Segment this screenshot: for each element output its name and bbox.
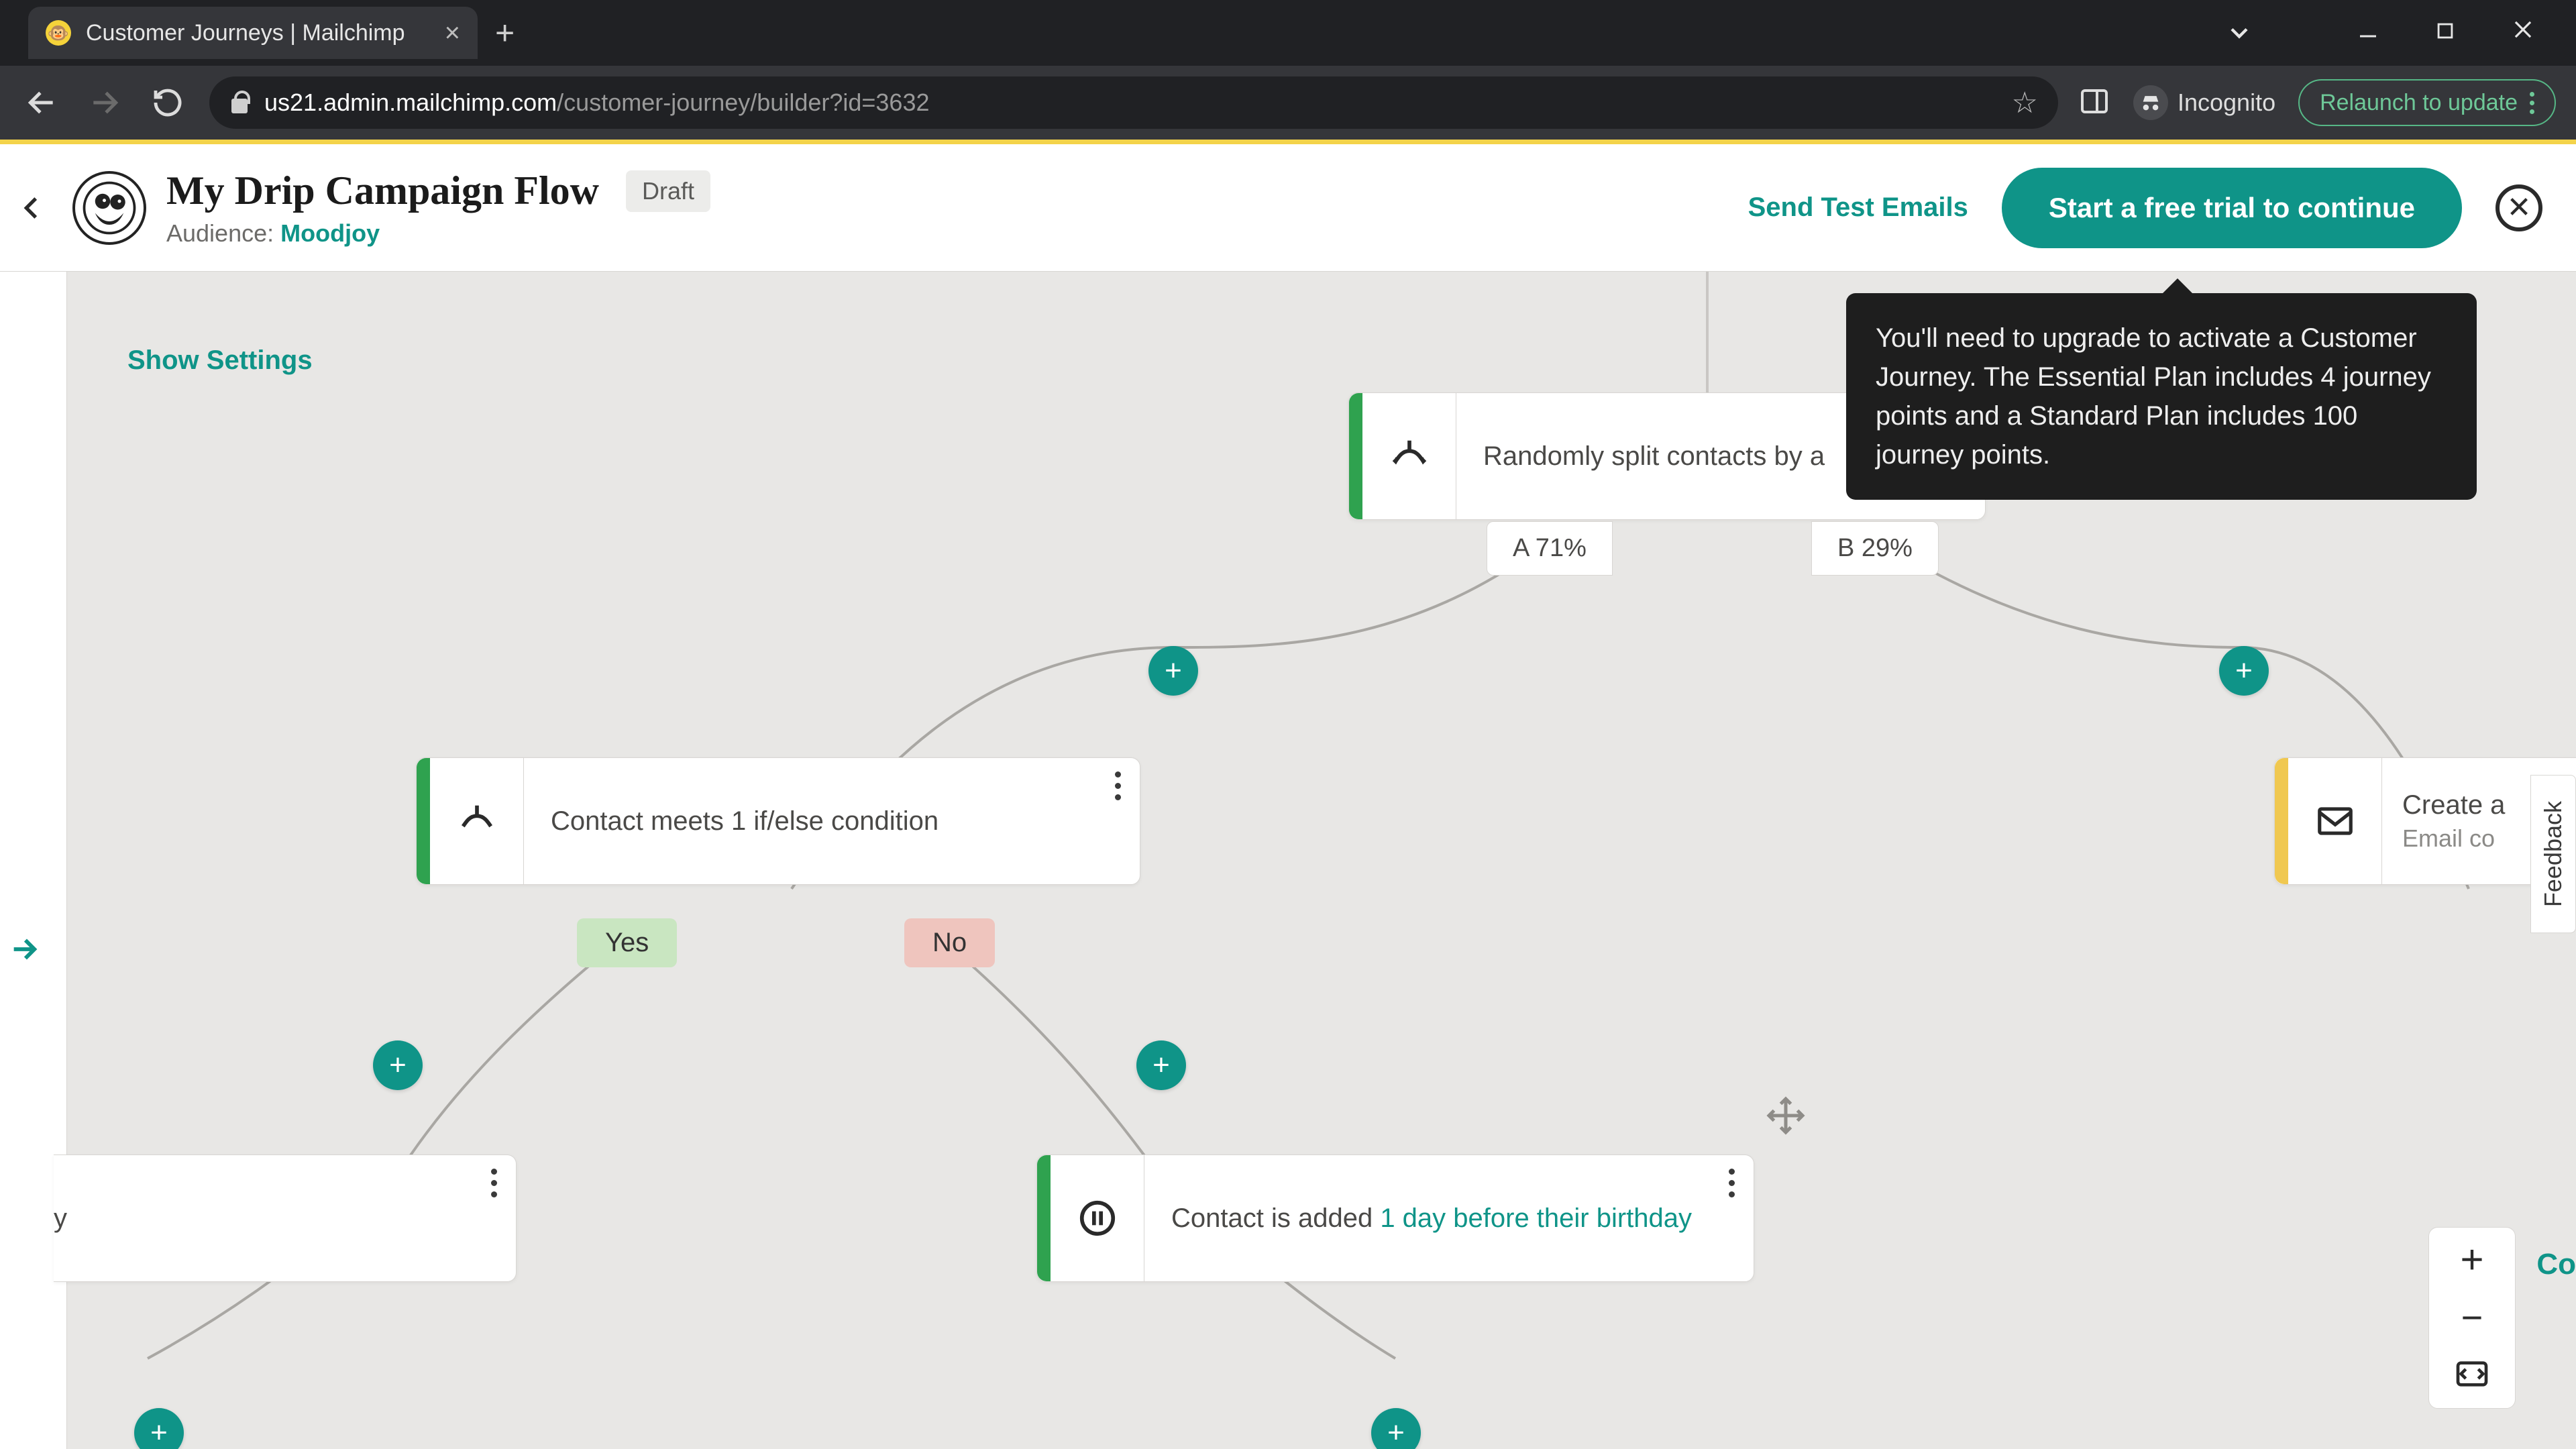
node-menu-button[interactable] bbox=[1729, 1169, 1735, 1197]
node-menu-button[interactable] bbox=[491, 1169, 497, 1197]
relaunch-update-button[interactable]: Relaunch to update bbox=[2298, 79, 2556, 126]
cta-label: Start a free trial to continue bbox=[2049, 192, 2415, 224]
new-tab-button[interactable]: + bbox=[495, 13, 515, 52]
app-header: My Drip Campaign Flow Draft Audience: Mo… bbox=[0, 144, 2576, 272]
split-branch-a[interactable]: A 71% bbox=[1487, 521, 1613, 576]
app-root: My Drip Campaign Flow Draft Audience: Mo… bbox=[0, 144, 2576, 1449]
audience-line: Audience: Moodjoy bbox=[166, 219, 710, 248]
mailchimp-logo[interactable] bbox=[72, 171, 146, 245]
node-stripe bbox=[417, 758, 430, 884]
page-title: My Drip Campaign Flow bbox=[166, 168, 599, 214]
add-step-button[interactable]: + bbox=[1371, 1408, 1421, 1449]
node-truncated-left[interactable]: y bbox=[54, 1155, 517, 1282]
zoom-out-button[interactable]: − bbox=[2461, 1299, 2483, 1336]
browser-window: 🐵 Customer Journeys | Mailchimp × + bbox=[0, 0, 2576, 1449]
branch-no[interactable]: No bbox=[904, 918, 995, 967]
add-step-button[interactable]: + bbox=[2219, 646, 2269, 696]
node-stripe bbox=[2275, 758, 2288, 884]
address-bar[interactable]: us21.admin.mailchimp.com/customer-journe… bbox=[209, 76, 2058, 129]
bookmark-star-icon[interactable]: ☆ bbox=[2012, 86, 2038, 120]
add-step-button[interactable]: + bbox=[1136, 1040, 1186, 1090]
url-text: us21.admin.mailchimp.com/customer-journe… bbox=[264, 89, 930, 117]
node-stripe bbox=[1037, 1155, 1051, 1281]
lock-icon bbox=[229, 91, 250, 115]
url-host: us21.admin.mailchimp.com bbox=[264, 89, 557, 116]
window-controls bbox=[2356, 0, 2576, 66]
node-menu-button[interactable] bbox=[1115, 771, 1121, 800]
upgrade-tooltip: You'll need to upgrade to activate a Cus… bbox=[1846, 293, 2477, 500]
browser-tab[interactable]: 🐵 Customer Journeys | Mailchimp × bbox=[28, 7, 478, 59]
move-cursor-icon bbox=[1766, 1095, 1806, 1139]
zoom-in-button[interactable]: + bbox=[2460, 1240, 2483, 1280]
node-text: Contact is added 1 day before their birt… bbox=[1144, 1203, 1754, 1234]
window-close-icon[interactable] bbox=[2510, 17, 2536, 49]
wait-link[interactable]: 1 day before their birthday bbox=[1380, 1203, 1692, 1233]
zoom-controls: + − bbox=[2428, 1227, 2516, 1409]
nav-forward-button[interactable] bbox=[83, 81, 126, 124]
split-branch-b[interactable]: B 29% bbox=[1811, 521, 1939, 576]
mailchimp-favicon: 🐵 bbox=[46, 20, 71, 46]
audience-label: Audience: bbox=[166, 219, 280, 247]
audience-name[interactable]: Moodjoy bbox=[280, 219, 380, 247]
branch-yes[interactable]: Yes bbox=[577, 918, 677, 967]
freddie-icon bbox=[83, 181, 136, 235]
chrome-menu-icon bbox=[2530, 92, 2534, 114]
node-ifelse[interactable]: Contact meets 1 if/else condition bbox=[416, 757, 1140, 885]
url-path: /customer-journey/builder?id=3632 bbox=[557, 89, 929, 116]
incognito-icon bbox=[2133, 85, 2168, 120]
side-panel-icon[interactable] bbox=[2078, 85, 2110, 121]
node-wait-until[interactable]: Contact is added 1 day before their birt… bbox=[1036, 1155, 1754, 1282]
status-badge: Draft bbox=[626, 170, 710, 212]
wait-prefix: Contact is added bbox=[1171, 1203, 1380, 1233]
start-free-trial-button[interactable]: Start a free trial to continue bbox=[2002, 168, 2462, 248]
node-text: Contact meets 1 if/else condition bbox=[524, 806, 1140, 837]
add-step-button[interactable]: + bbox=[373, 1040, 423, 1090]
split-icon bbox=[1362, 393, 1456, 519]
node-text-fragment: y bbox=[54, 1203, 67, 1233]
branch-icon bbox=[430, 758, 524, 884]
window-minimize-icon[interactable] bbox=[2356, 17, 2380, 49]
nav-back-button[interactable] bbox=[20, 81, 63, 124]
window-maximize-icon[interactable] bbox=[2434, 17, 2457, 49]
relaunch-label: Relaunch to update bbox=[2320, 90, 2518, 116]
tab-title: Customer Journeys | Mailchimp bbox=[86, 20, 405, 46]
add-step-button[interactable]: + bbox=[1148, 646, 1198, 696]
show-settings-link[interactable]: Show Settings bbox=[127, 345, 313, 376]
zoom-fit-button[interactable] bbox=[2453, 1355, 2491, 1396]
tab-strip: 🐵 Customer Journeys | Mailchimp × + bbox=[0, 0, 2576, 66]
back-chevron-button[interactable] bbox=[12, 188, 52, 228]
nav-reload-button[interactable] bbox=[146, 81, 189, 124]
feedback-tab[interactable]: Feedback bbox=[2530, 775, 2576, 933]
truncated-button-label[interactable]: Co bbox=[2536, 1248, 2576, 1281]
toolbar-right: Incognito Relaunch to update bbox=[2078, 79, 2556, 126]
browser-toolbar: us21.admin.mailchimp.com/customer-journe… bbox=[0, 66, 2576, 140]
pause-icon bbox=[1051, 1155, 1144, 1281]
incognito-indicator[interactable]: Incognito bbox=[2133, 85, 2275, 120]
incognito-label: Incognito bbox=[2178, 89, 2275, 117]
add-step-button[interactable]: + bbox=[134, 1408, 184, 1449]
title-block: My Drip Campaign Flow Draft Audience: Mo… bbox=[166, 168, 710, 248]
close-builder-button[interactable]: ✕ bbox=[2496, 184, 2542, 231]
brand-accent-bar bbox=[0, 140, 2576, 144]
tab-search-icon[interactable] bbox=[2224, 0, 2254, 66]
envelope-icon bbox=[2288, 758, 2382, 884]
node-stripe bbox=[1349, 393, 1362, 519]
send-test-emails-link[interactable]: Send Test Emails bbox=[1748, 193, 1968, 223]
tab-close-icon[interactable]: × bbox=[445, 18, 460, 48]
